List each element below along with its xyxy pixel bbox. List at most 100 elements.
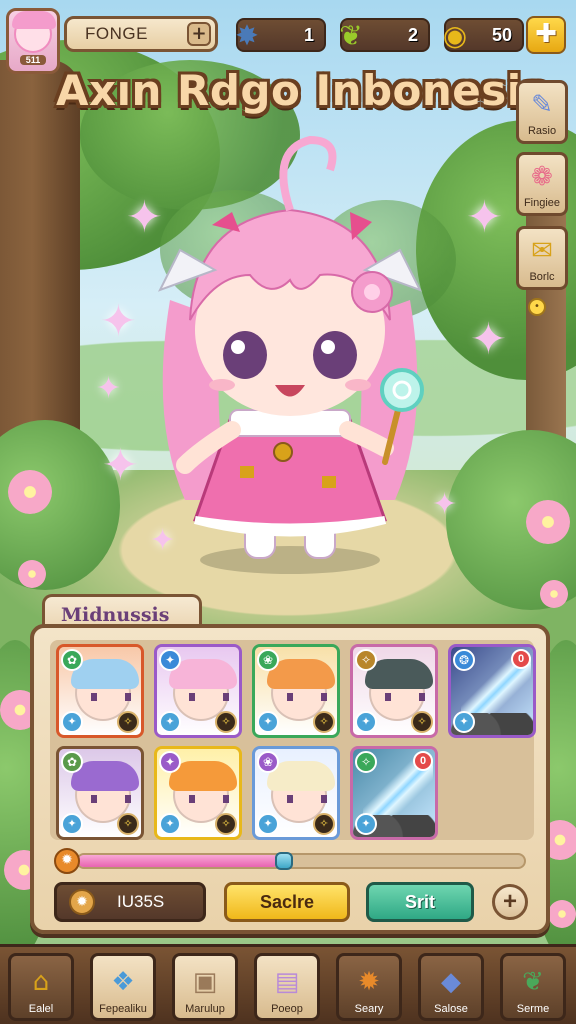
collection-progress: ✹ [54, 848, 534, 874]
class-icon: ✦ [257, 711, 279, 733]
card-count-badge: 0 [413, 751, 433, 771]
gear-icon: ✹ [69, 889, 95, 915]
leaf-feather-icon: ❦ [339, 18, 363, 52]
nav-item-label: Fepealiku [99, 1003, 147, 1015]
roster-card-effect[interactable]: ✧ ✦ 0 [350, 746, 438, 840]
crystal-icon: ❖ [111, 967, 135, 997]
rarity-icon: ✧ [411, 711, 433, 733]
element-icon: ❀ [257, 751, 279, 773]
rarity-icon: ✧ [117, 711, 139, 733]
roster-panel: ✿ ✦ ✧ ✦ ✦ ✧ ❀ ✦ ✧ ✧ ✦ ✧ ❂ ✦ 0 ✿ ✦ ✧ ✦ ✦ ✧ ❀ ✦ ✧ ✧ ✦ 0 ✹ ✹ IU35S Sa… [30, 624, 550, 934]
player-name-bar[interactable]: FONGE + [64, 16, 218, 52]
class-icon: ✦ [159, 711, 181, 733]
class-icon: ✦ [159, 813, 181, 835]
rarity-icon: ✧ [313, 813, 335, 835]
side-button-label: Borlc [529, 271, 555, 283]
add-currency-button[interactable]: ✚ [526, 16, 566, 54]
name-plus-button[interactable]: + [187, 22, 211, 46]
nav-item-label: Ealel [28, 1003, 54, 1015]
element-icon: ❀ [257, 649, 279, 671]
gem-icon: ◆ [441, 967, 461, 997]
side-button-fingiee[interactable]: ❁ Fingiee [516, 152, 568, 216]
roster-card-character[interactable]: ✿ ✦ ✧ [56, 644, 144, 738]
crate-icon: ▣ [192, 967, 218, 997]
book-icon: ▤ [274, 967, 300, 997]
side-button-rasio[interactable]: ✎ Rasio [516, 80, 568, 144]
class-icon: ✦ [355, 711, 377, 733]
nav-item-5[interactable]: ✹ Seary [336, 953, 402, 1021]
progress-handle[interactable] [275, 852, 293, 870]
rarity-icon: ✧ [215, 813, 237, 835]
player-avatar[interactable]: 511 [6, 8, 60, 74]
bottom-navigation: ⌂ Ealel ❖ Fepealiku ▣ Marulup ▤ Poeop ✹ Seary ◆ Sal… [0, 944, 576, 1024]
element-icon: ✦ [159, 649, 181, 671]
class-icon: ✦ [61, 813, 83, 835]
nav-item-4[interactable]: ▤ Poeop [254, 953, 320, 1021]
element-icon: ✧ [355, 751, 377, 773]
progress-track [76, 852, 526, 870]
nav-item-label: Seary [354, 1003, 384, 1015]
roster-card-character[interactable]: ✧ ✦ ✧ [350, 644, 438, 738]
player-level-label: 511 [19, 55, 47, 65]
count-label: IU35S [117, 892, 165, 911]
gear-icon: ✹ [358, 967, 380, 997]
resource-1-value: 1 [303, 24, 314, 45]
class-icon: ✦ [453, 711, 475, 733]
roster-card-character[interactable]: ❀ ✦ ✧ [252, 746, 340, 840]
roster-card-character[interactable]: ✦ ✦ ✧ [154, 644, 242, 738]
side-button-borlc[interactable]: ✉ Borlc [516, 226, 568, 290]
notification-dot-icon: • [528, 298, 546, 316]
count-box: ✹ IU35S [54, 882, 206, 922]
side-button-label: Fingiee [523, 197, 561, 209]
leaf-icon: ❦ [522, 967, 544, 997]
nav-item-label: Salose [434, 1003, 468, 1015]
resource-3-counter[interactable]: ◉ 50 [443, 18, 524, 52]
element-icon: ✿ [61, 649, 83, 671]
gift-icon: ❁ [531, 162, 553, 192]
puzzle-piece-icon: ✸ [235, 18, 259, 52]
element-icon: ❂ [453, 649, 475, 671]
card-count-badge: 0 [511, 649, 531, 669]
action-row: ✹ IU35S Saclre Srit + [54, 882, 534, 922]
roster-tab-label: Midnussis [61, 603, 170, 626]
nav-item-6[interactable]: ◆ Salose [418, 953, 484, 1021]
resource-3-value: 50 [491, 24, 512, 45]
element-icon: ✿ [61, 751, 83, 773]
roster-grid: ✿ ✦ ✧ ✦ ✦ ✧ ❀ ✦ ✧ ✧ ✦ ✧ ❂ ✦ 0 ✿ ✦ ✧ ✦ ✦ ✧ ❀ ✦ ✧ ✧ ✦ 0 [50, 640, 536, 840]
roster-card-character[interactable]: ❀ ✦ ✧ [252, 644, 340, 738]
class-icon: ✦ [355, 813, 377, 835]
house-icon: ⌂ [32, 967, 50, 997]
feather-quill-icon: ✎ [531, 90, 553, 120]
roster-card-character[interactable]: ✿ ✦ ✧ [56, 746, 144, 840]
nav-item-label: Poeop [271, 1003, 303, 1015]
avatar-face [12, 11, 56, 53]
class-icon: ✦ [257, 813, 279, 835]
coin-bag-icon: ◉ [442, 18, 468, 52]
primary-action-button[interactable]: Saclre [224, 882, 350, 922]
scroll-icon: ✉ [531, 236, 553, 266]
roster-card-character[interactable]: ✦ ✦ ✧ [154, 746, 242, 840]
add-button[interactable]: + [492, 884, 528, 920]
nav-item-1[interactable]: ⌂ Ealel [8, 953, 74, 1021]
sun-gear-icon: ✹ [54, 848, 80, 874]
nav-item-label: Marulup [185, 1003, 225, 1015]
nav-item-2[interactable]: ❖ Fepealiku [90, 953, 156, 1021]
resource-1-counter[interactable]: ✸ 1 [235, 18, 326, 52]
rarity-icon: ✧ [215, 711, 237, 733]
nav-item-7[interactable]: ❦ Serme [500, 953, 566, 1021]
game-title: Axın Rdgo Inbonesia [56, 66, 551, 115]
rarity-icon: ✧ [313, 711, 335, 733]
nav-item-label: Serme [516, 1003, 550, 1015]
roster-card-effect[interactable]: ❂ ✦ 0 [448, 644, 536, 738]
sort-button[interactable]: Srit [366, 882, 474, 922]
side-button-label: Rasio [527, 125, 557, 137]
top-hud: 511 FONGE + ✸ 1 ❦ 2 ◉ 50 ✚ [0, 8, 576, 74]
player-name: FONGE [85, 24, 148, 43]
resource-2-counter[interactable]: ❦ 2 [339, 18, 430, 52]
resource-2-value: 2 [407, 24, 418, 45]
rarity-icon: ✧ [117, 813, 139, 835]
class-icon: ✦ [61, 711, 83, 733]
progress-fill [78, 855, 279, 867]
nav-item-3[interactable]: ▣ Marulup [172, 953, 238, 1021]
element-icon: ✦ [159, 751, 181, 773]
